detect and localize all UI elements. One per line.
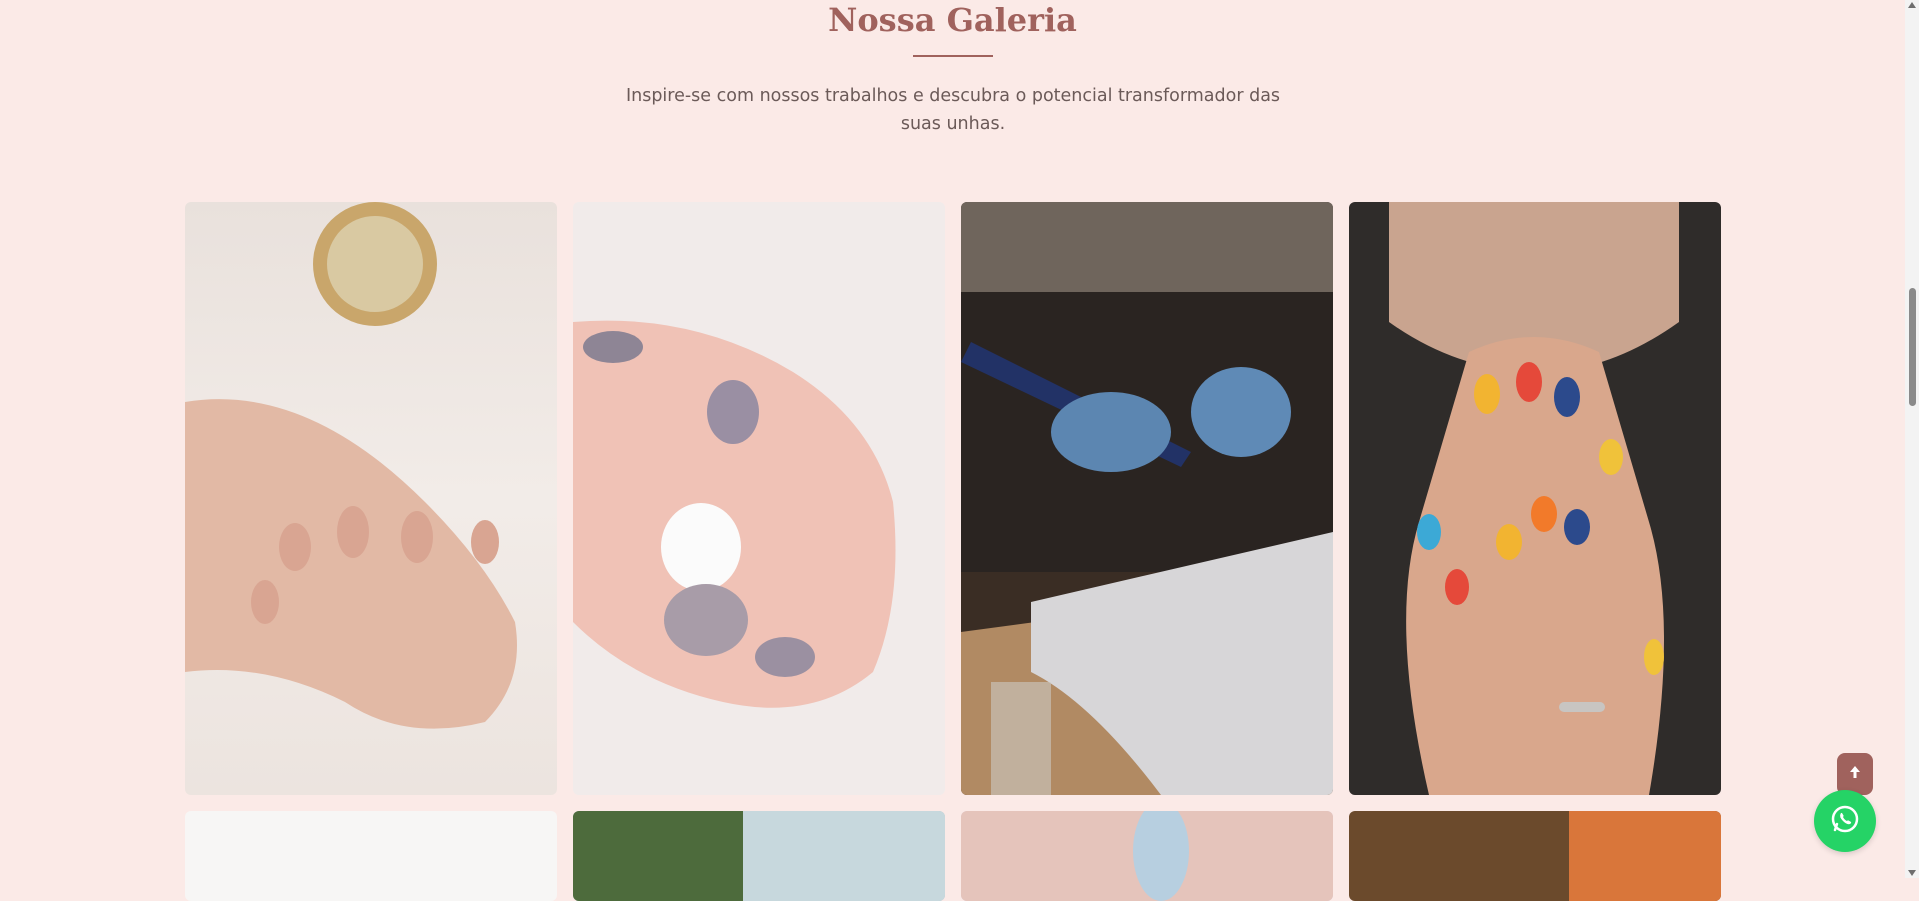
title-underline [913,55,993,57]
gallery-image-lavender-nails[interactable] [573,202,945,795]
scroll-down-arrow-icon[interactable] [1908,870,1916,876]
back-to-top-button[interactable] [1837,753,1873,795]
gallery-image-7[interactable] [961,811,1333,901]
arrow-up-icon [1847,764,1863,784]
whatsapp-button[interactable] [1814,790,1876,852]
scroll-up-arrow-icon[interactable] [1908,2,1916,8]
section-subtitle: Inspire-se com nossos trabalhos e descub… [625,86,1281,134]
scrollbar-thumb[interactable] [1909,288,1916,406]
gallery-image-manicure-tool[interactable] [961,202,1333,795]
whatsapp-icon [1829,803,1861,839]
gallery-image-colorful-nails[interactable] [1349,202,1721,795]
section-title: Nossa Galeria [828,1,1077,39]
gallery-image-8[interactable] [1349,811,1721,901]
gallery-image-nude-nails[interactable] [185,202,557,795]
gallery-image-5[interactable] [185,811,557,901]
gallery-image-6[interactable] [573,811,945,901]
page-scrollbar[interactable] [1905,0,1919,878]
